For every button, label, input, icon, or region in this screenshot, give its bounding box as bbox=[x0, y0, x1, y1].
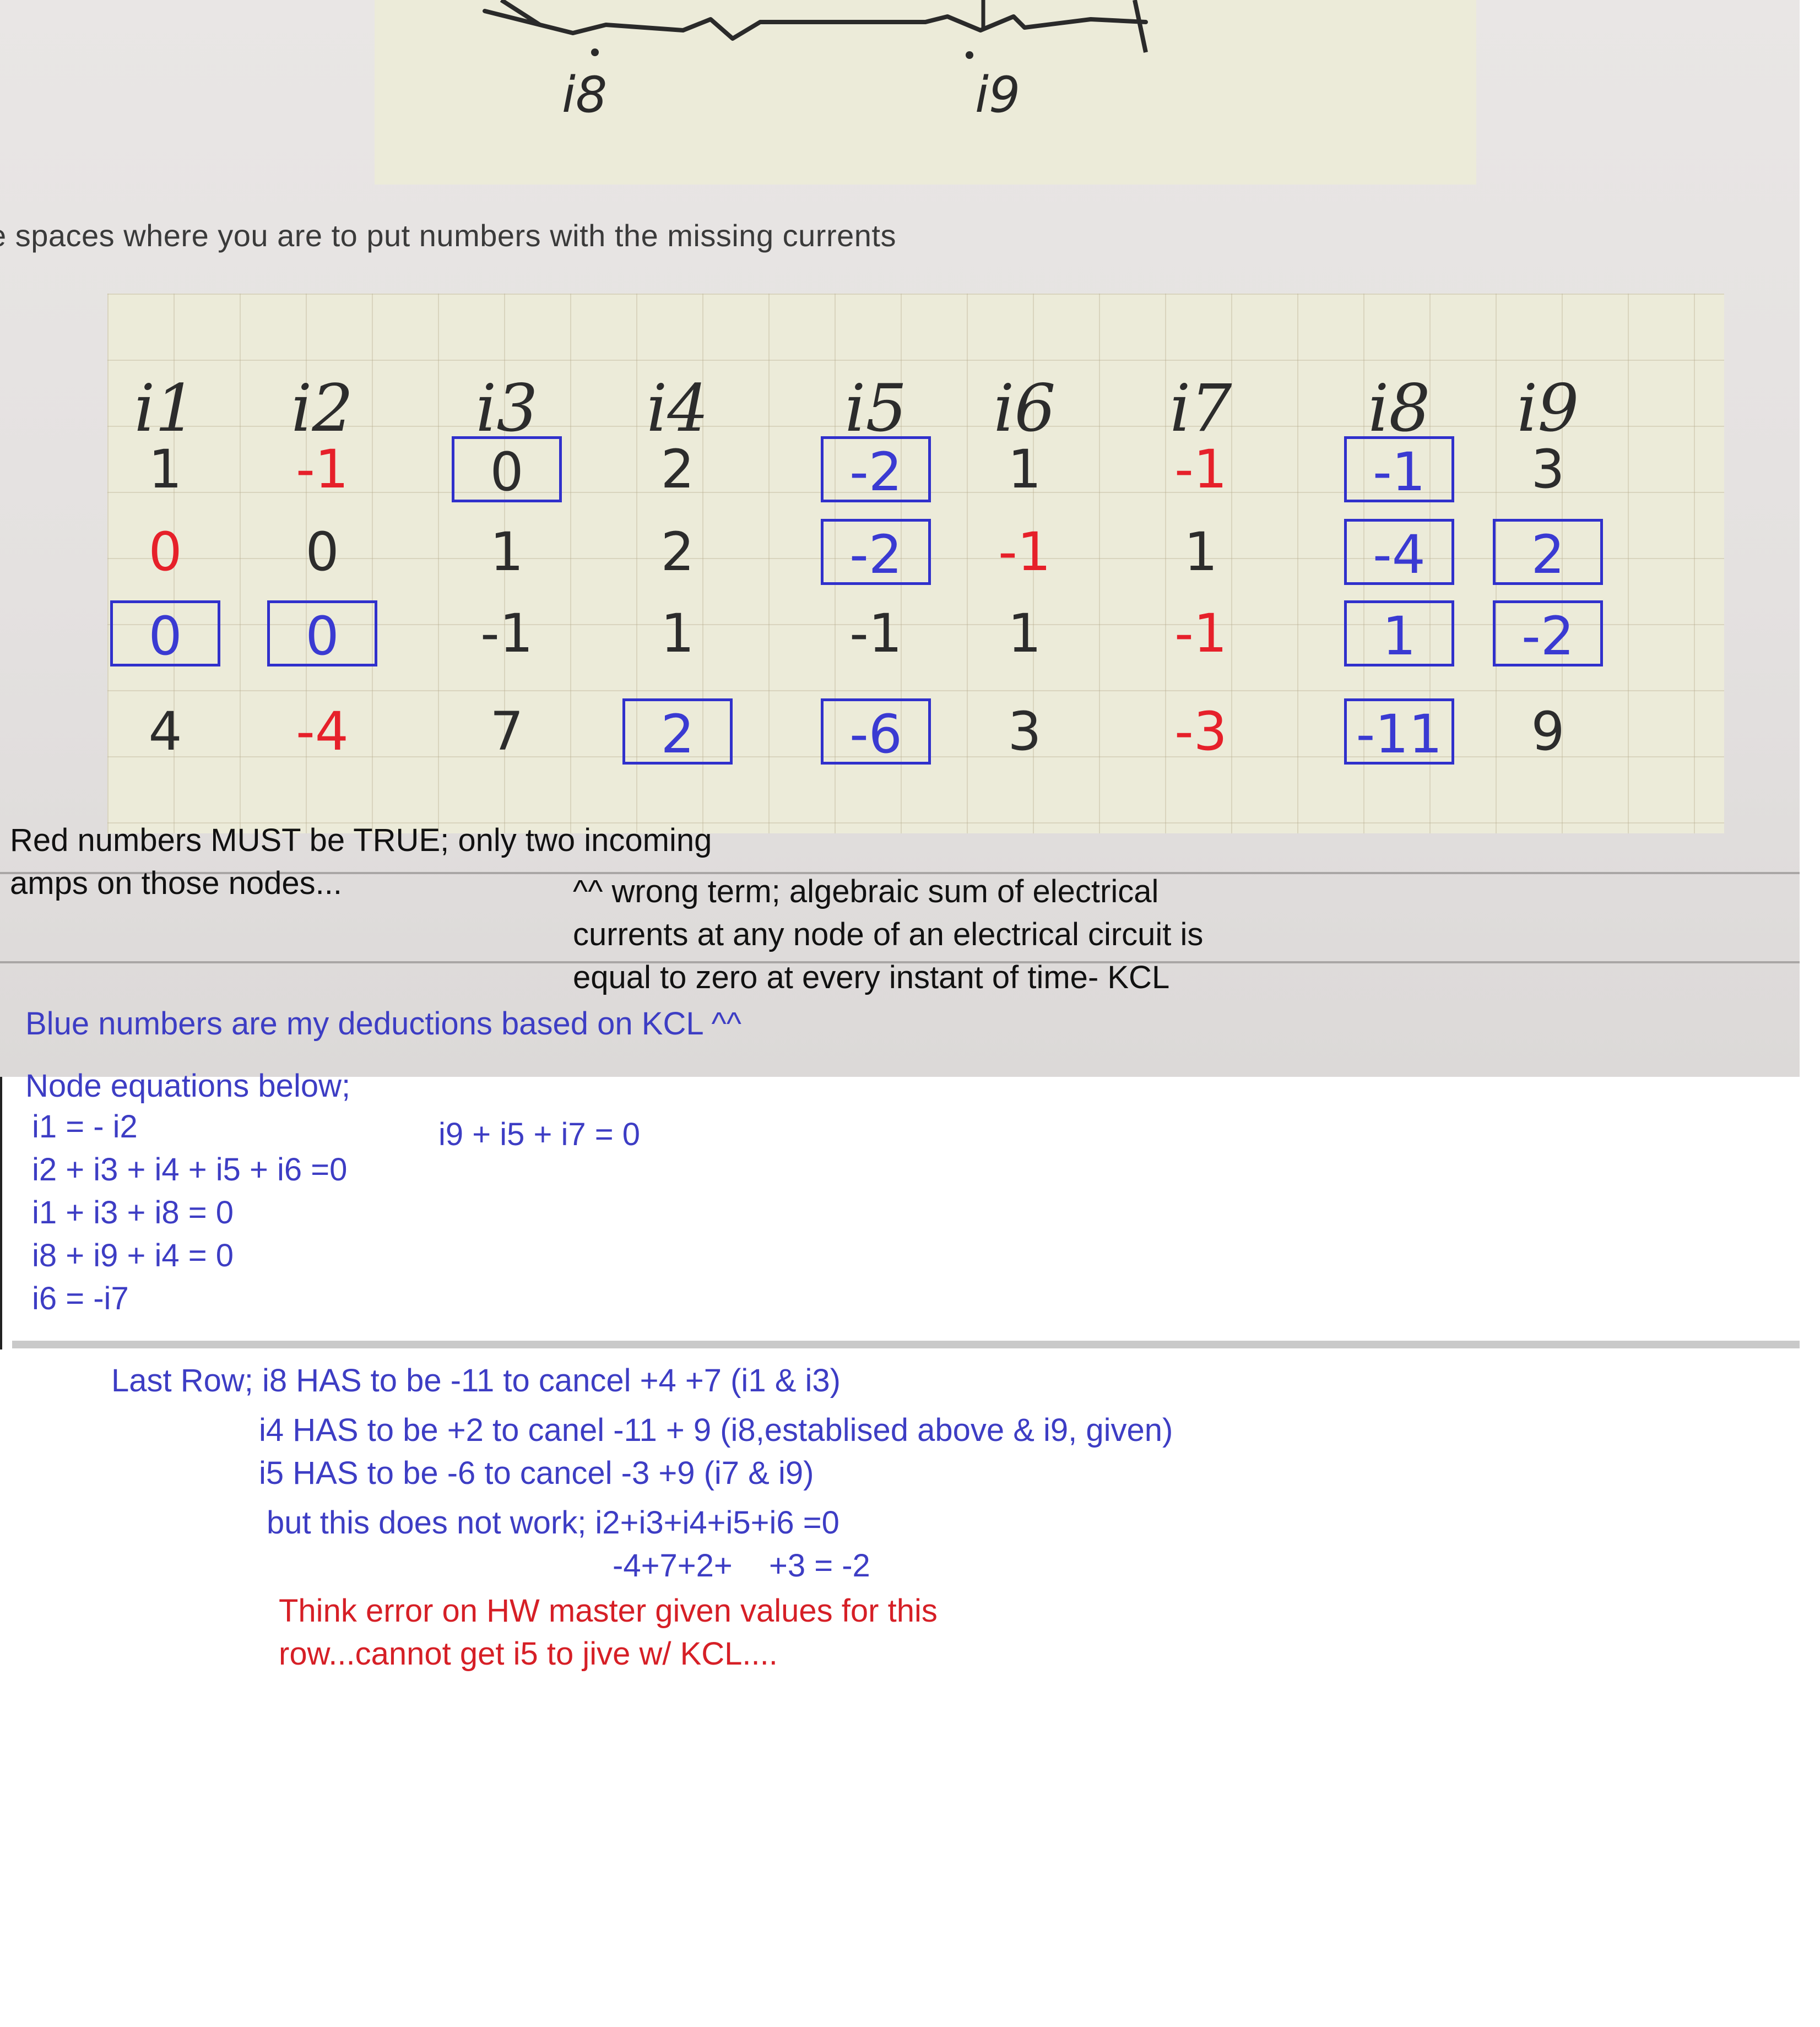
table-cell-r1-i8: -1 bbox=[1344, 436, 1454, 503]
analysis-line-4: but this does not work; i2+i3+i4+i5+i6 =… bbox=[267, 1505, 839, 1541]
table-cell-r4-i7: -3 bbox=[1174, 701, 1227, 762]
column-header-i8: i8 bbox=[1368, 370, 1431, 446]
table-cell-r2-i8: -4 bbox=[1344, 519, 1454, 586]
equation-3: i1 + i3 + i8 = 0 bbox=[32, 1195, 234, 1231]
equation-4: i8 + i9 + i4 = 0 bbox=[32, 1238, 234, 1273]
table-cell-r1-i9: 3 bbox=[1531, 438, 1565, 500]
node-equations-panel bbox=[0, 1077, 1800, 1349]
column-header-i7: i7 bbox=[1169, 370, 1232, 446]
column-header-i4: i4 bbox=[646, 370, 709, 446]
table-cell-r1-i3: 0 bbox=[452, 436, 562, 503]
analysis-line-5b: +3 = -2 bbox=[769, 1548, 870, 1584]
table-cell-r4-i6: 3 bbox=[1008, 701, 1042, 762]
column-header-i9: i9 bbox=[1516, 370, 1579, 446]
table-cell-r4-i2: -4 bbox=[296, 701, 349, 762]
table-cell-r3-i7: -1 bbox=[1174, 603, 1227, 664]
table-cell-r4-i3: 7 bbox=[490, 701, 524, 762]
kcl-note-line2: currents at any node of an electrical ci… bbox=[573, 917, 1204, 952]
circuit-diagram-fragment: i8 i9 bbox=[375, 0, 1476, 185]
table-cell-r2-i7: 1 bbox=[1184, 521, 1218, 583]
table-cell-r4-i8: -11 bbox=[1344, 698, 1454, 765]
column-header-i6: i6 bbox=[993, 370, 1056, 446]
equation-5: i6 = -i7 bbox=[32, 1281, 129, 1316]
circuit-label-i8: i8 bbox=[562, 66, 608, 124]
table-cell-r1-i6: 1 bbox=[1008, 438, 1042, 500]
table-cell-r1-i2: -1 bbox=[296, 438, 349, 500]
table-cell-r3-i1: 0 bbox=[110, 600, 220, 667]
table-cell-r2-i3: 1 bbox=[490, 521, 524, 583]
conclusion-line-1: Think error on HW master given values fo… bbox=[279, 1593, 938, 1629]
table-cell-r2-i1: 0 bbox=[148, 521, 182, 583]
analysis-line-2: i4 HAS to be +2 to canel -11 + 9 (i8,est… bbox=[259, 1412, 1173, 1448]
table-cell-r3-i4: 1 bbox=[660, 603, 695, 664]
equation-6: i9 + i5 + i7 = 0 bbox=[438, 1117, 640, 1152]
page-instruction-text: e spaces where you are to put numbers wi… bbox=[0, 218, 896, 253]
red-rule-note-line1: Red numbers MUST be TRUE; only two incom… bbox=[10, 822, 712, 858]
table-cell-r2-i9: 2 bbox=[1493, 519, 1603, 586]
table-cell-r3-i2: 0 bbox=[267, 600, 377, 667]
table-cell-r3-i9: -2 bbox=[1493, 600, 1603, 667]
analysis-line-5a: -4+7+2+ bbox=[613, 1548, 733, 1584]
table-cell-r4-i5: -6 bbox=[821, 698, 931, 765]
table-cell-r4-i9: 9 bbox=[1531, 701, 1565, 762]
circuit-label-i9: i9 bbox=[975, 66, 1021, 124]
table-cell-r1-i4: 2 bbox=[660, 438, 695, 500]
table-cell-r3-i6: 1 bbox=[1008, 603, 1042, 664]
table-cell-r4-i1: 4 bbox=[148, 701, 182, 762]
red-rule-note-line2: amps on those nodes... bbox=[10, 865, 342, 901]
column-header-i1: i1 bbox=[134, 370, 197, 446]
table-cell-r1-i5: -2 bbox=[821, 436, 931, 503]
table-cell-r4-i4: 2 bbox=[622, 698, 733, 765]
column-header-i3: i3 bbox=[475, 370, 538, 446]
table-cell-r2-i5: -2 bbox=[821, 519, 931, 586]
kcl-note-line3: equal to zero at every instant of time- … bbox=[573, 960, 1170, 995]
column-header-i2: i2 bbox=[291, 370, 354, 446]
table-cell-r2-i6: -1 bbox=[998, 521, 1051, 583]
kcl-note-line1: ^^ wrong term; algebraic sum of electric… bbox=[573, 874, 1159, 909]
equation-2: i2 + i3 + i4 + i5 + i6 =0 bbox=[32, 1152, 348, 1188]
table-cell-r2-i2: 0 bbox=[305, 521, 339, 583]
table-cell-r3-i5: -1 bbox=[849, 603, 902, 664]
table-cell-r1-i7: -1 bbox=[1174, 438, 1227, 500]
circuit-wire-drawing bbox=[483, 0, 1148, 59]
table-cell-r1-i1: 1 bbox=[148, 438, 182, 500]
analysis-line-1: Last Row; i8 HAS to be -11 to cancel +4 … bbox=[111, 1363, 841, 1399]
analysis-line-3: i5 HAS to be -6 to cancel -3 +9 (i7 & i9… bbox=[259, 1455, 814, 1491]
column-header-i5: i5 bbox=[844, 370, 907, 446]
equation-1: i1 = - i2 bbox=[32, 1109, 138, 1145]
table-cell-r3-i3: -1 bbox=[480, 603, 533, 664]
section-divider bbox=[12, 1341, 1800, 1348]
node-equations-heading: Node equations below; bbox=[25, 1068, 351, 1104]
table-cell-r3-i8: 1 bbox=[1344, 600, 1454, 667]
blue-numbers-note: Blue numbers are my deductions based on … bbox=[25, 1006, 741, 1042]
table-cell-r2-i4: 2 bbox=[660, 521, 695, 583]
conclusion-line-2: row...cannot get i5 to jive w/ KCL.... bbox=[279, 1636, 778, 1672]
